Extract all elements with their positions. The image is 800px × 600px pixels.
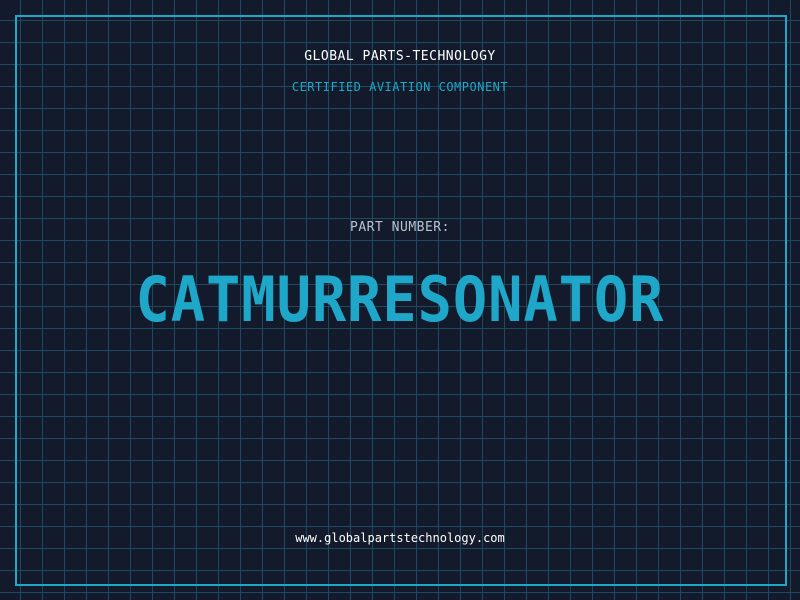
certification-subtitle: CERTIFIED AVIATION COMPONENT <box>291 80 509 94</box>
company-name: GLOBAL PARTS-TECHNOLOGY <box>304 49 496 64</box>
part-number-value: CATMURRESONATOR <box>135 263 665 336</box>
part-card: GLOBAL PARTS-TECHNOLOGY CERTIFIED AVIATI… <box>0 0 800 600</box>
part-number-label: PART NUMBER: <box>350 220 450 235</box>
website-url: www.globalpartstechnology.com <box>295 531 505 545</box>
